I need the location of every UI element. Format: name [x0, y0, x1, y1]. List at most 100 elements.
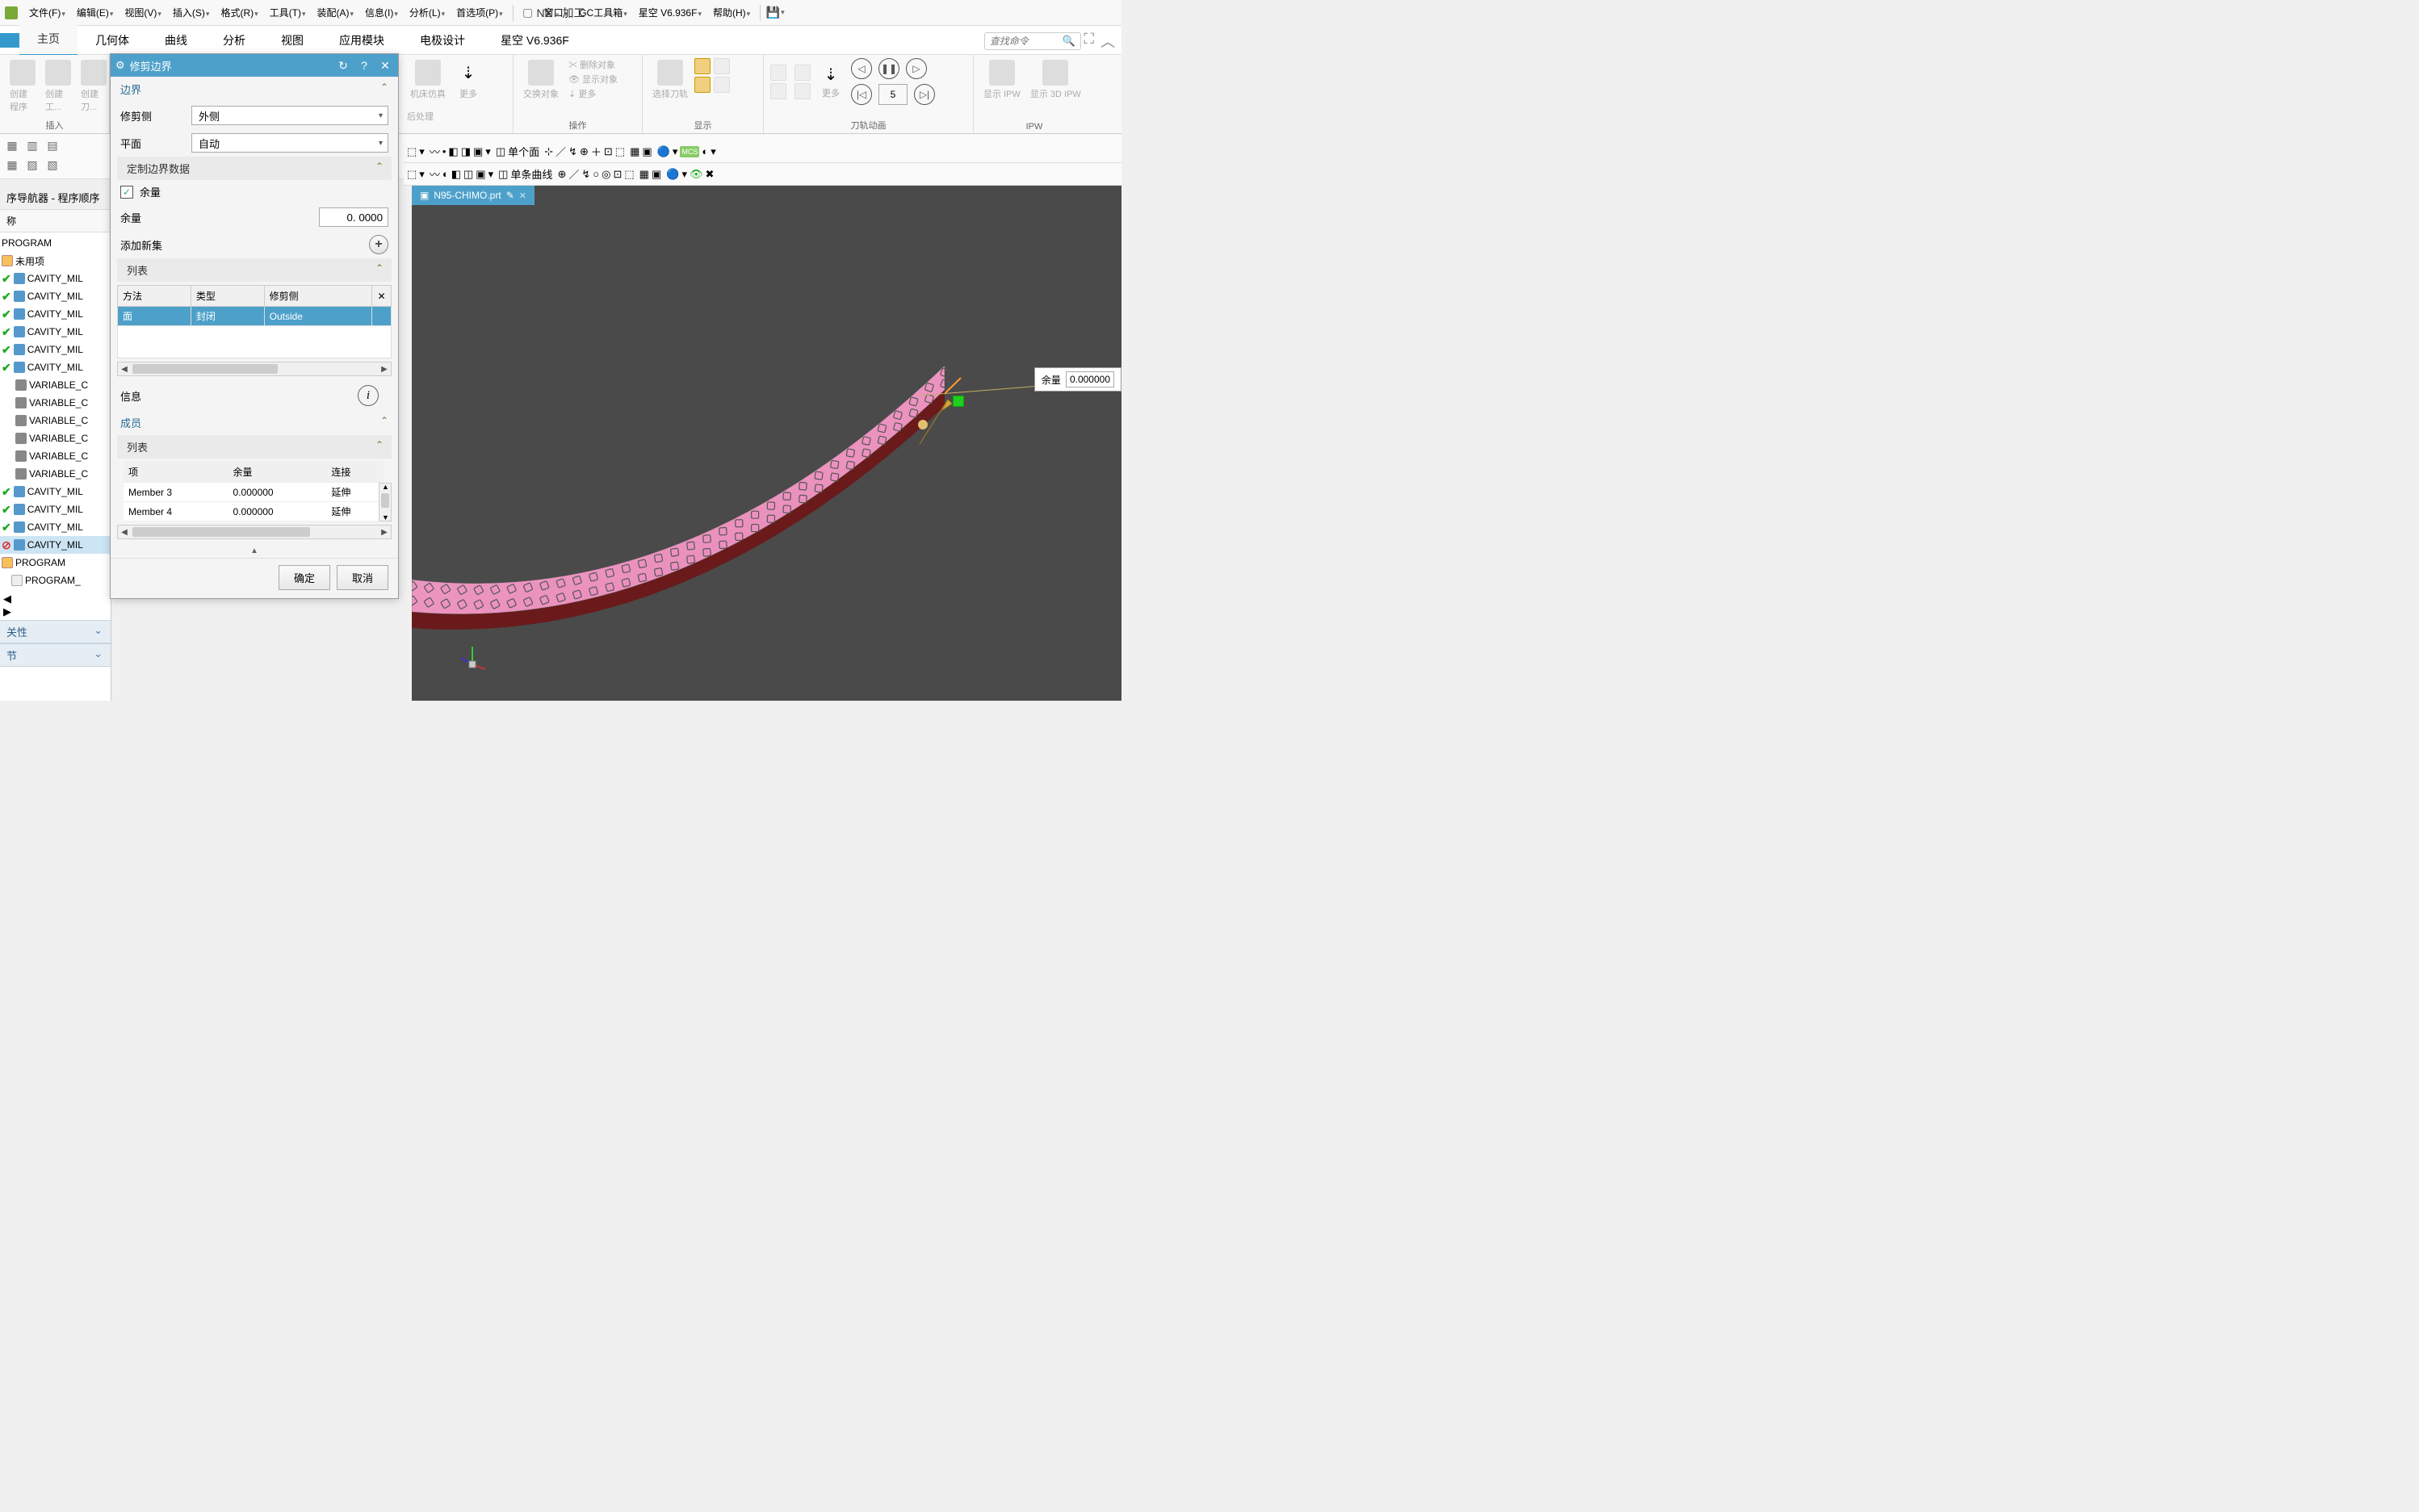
- th-allow[interactable]: 余量: [228, 462, 327, 483]
- view2-2-icon[interactable]: ▣: [652, 168, 661, 181]
- show-3dipw-button[interactable]: 显示 3D IPW: [1027, 58, 1084, 102]
- snap2-5-icon[interactable]: ◎: [602, 168, 610, 181]
- anim-opt2-icon[interactable]: [770, 83, 786, 99]
- tree-root[interactable]: PROGRAM: [0, 234, 111, 252]
- th-side[interactable]: 修剪侧: [264, 286, 371, 307]
- section-boundary[interactable]: 边界⌃: [111, 77, 398, 102]
- face-icon[interactable]: ◧: [448, 145, 458, 158]
- op-item[interactable]: VARIABLE_C: [0, 394, 111, 412]
- sel2-8-icon[interactable]: ▾: [488, 168, 494, 181]
- ren2-1-icon[interactable]: 🔵: [666, 168, 679, 181]
- snap-pt3-icon[interactable]: ↯: [568, 145, 577, 158]
- section-list[interactable]: 列表⌃: [117, 258, 392, 282]
- op-item[interactable]: ✔CAVITY_MIL: [0, 287, 111, 305]
- op-item[interactable]: VARIABLE_C: [0, 376, 111, 394]
- filter4-icon[interactable]: ▦: [3, 157, 21, 173]
- sel2-3-icon[interactable]: 〰: [430, 166, 440, 182]
- display-opt3-icon[interactable]: [714, 58, 730, 74]
- program-folder[interactable]: PROGRAM: [0, 554, 111, 572]
- sel2-5-icon[interactable]: ◧: [451, 168, 461, 181]
- boundary-handle[interactable]: [953, 396, 964, 407]
- trim-side-combo[interactable]: 外侧: [191, 106, 388, 125]
- sel2-1-icon[interactable]: ⬚: [407, 168, 417, 181]
- sel2-cube-icon[interactable]: ◫: [498, 168, 508, 181]
- delete-row-button[interactable]: ✕: [372, 286, 392, 307]
- tab-analysis[interactable]: 分析: [205, 25, 263, 56]
- curve-icon[interactable]: 〰: [430, 144, 440, 159]
- th-method[interactable]: 方法: [118, 286, 191, 307]
- op-item[interactable]: ✔CAVITY_MIL: [0, 270, 111, 287]
- op-item[interactable]: ✔CAVITY_MIL: [0, 518, 111, 536]
- anim-opt3-icon[interactable]: [794, 65, 811, 81]
- wcs-triad-icon[interactable]: [456, 640, 488, 672]
- member-hscrollbar[interactable]: ◀▶: [117, 525, 392, 539]
- tab-view[interactable]: 视图: [263, 25, 321, 56]
- table-row[interactable]: Member 30.000000延伸: [124, 483, 384, 502]
- render2-icon[interactable]: ▾: [673, 145, 678, 158]
- op-item[interactable]: ✔CAVITY_MIL: [0, 483, 111, 501]
- table-row-selected[interactable]: 面 封闭 Outside: [118, 307, 392, 326]
- dependency-section[interactable]: 关性⌄: [0, 620, 111, 643]
- mcs-icon[interactable]: MCS: [680, 146, 699, 157]
- ren2-2-icon[interactable]: ▾: [681, 168, 687, 181]
- skip-start-icon[interactable]: |◁: [851, 84, 872, 105]
- float-label-value[interactable]: 0.000000: [1066, 371, 1114, 387]
- anim-opt4-icon[interactable]: [794, 83, 811, 99]
- viewport-tab[interactable]: ▣ N95-CHIMO.prt ✎ ✕: [412, 186, 535, 205]
- delete-obj-button[interactable]: ✂ 删除对象: [568, 58, 618, 71]
- exchange-obj-button[interactable]: 交换对象: [520, 58, 562, 102]
- ok-button[interactable]: 确定: [279, 565, 330, 590]
- menu-info[interactable]: 信息(I)▾: [360, 2, 403, 23]
- skip-end-icon[interactable]: ▷|: [914, 84, 935, 105]
- menu-help[interactable]: 帮助(H)▾: [708, 2, 755, 23]
- snap-pt4-icon[interactable]: ⊕: [580, 145, 589, 158]
- snap2-3-icon[interactable]: ↯: [581, 168, 590, 181]
- op-item[interactable]: ✔CAVITY_MIL: [0, 323, 111, 341]
- menu-insert[interactable]: 插入(S)▾: [168, 2, 215, 23]
- sel-filter-icon[interactable]: ▾: [419, 145, 425, 158]
- play-prev-icon[interactable]: ◁: [851, 58, 872, 79]
- render4-icon[interactable]: ▾: [711, 145, 716, 158]
- sel2-6-icon[interactable]: ◫: [463, 168, 473, 181]
- body-icon[interactable]: ▣: [473, 145, 483, 158]
- cancel-button[interactable]: 取消: [337, 565, 388, 590]
- show-ipw-button[interactable]: 显示 IPW: [980, 58, 1024, 102]
- menu-tools[interactable]: 工具(T)▾: [265, 2, 311, 23]
- render1-icon[interactable]: 🔵: [657, 145, 670, 158]
- snap-pt1-icon[interactable]: ⊹: [544, 145, 553, 158]
- more-op-button[interactable]: ⇣ 更多: [568, 87, 618, 100]
- op-item[interactable]: ✔CAVITY_MIL: [0, 501, 111, 518]
- play-next-icon[interactable]: ▷: [906, 58, 927, 79]
- snap2-4-icon[interactable]: ○: [593, 168, 599, 180]
- select-toolpath-button[interactable]: 选择刀轨: [649, 58, 691, 102]
- more-button[interactable]: ⇣更多: [452, 58, 484, 102]
- op-item[interactable]: ✔CAVITY_MIL: [0, 305, 111, 323]
- snap-pt6-icon[interactable]: ⊡: [604, 145, 613, 158]
- snap-pt5-icon[interactable]: ＋: [591, 144, 602, 159]
- member-vscrollbar[interactable]: ▲▼: [379, 483, 392, 521]
- speed-input[interactable]: 5: [878, 84, 908, 105]
- list-hscrollbar[interactable]: ◀▶: [117, 362, 392, 376]
- plane-combo[interactable]: 自动: [191, 133, 388, 153]
- command-search-input[interactable]: [990, 36, 1063, 47]
- collapse-ribbon-icon[interactable]: ︿: [1100, 31, 1115, 52]
- detail-section[interactable]: 节⌄: [0, 643, 111, 667]
- pause-icon[interactable]: ❚❚: [878, 58, 899, 79]
- op-item-selected[interactable]: ⊘CAVITY_MIL: [0, 536, 111, 554]
- tab-electrode[interactable]: 电极设计: [402, 25, 483, 56]
- search-icon[interactable]: 🔍: [1063, 35, 1075, 48]
- tab-xingkong[interactable]: 星空 V6.936F: [483, 25, 587, 56]
- snap2-6-icon[interactable]: ⊡: [613, 168, 622, 181]
- command-search[interactable]: 🔍: [984, 32, 1081, 50]
- sel2-7-icon[interactable]: ▣: [476, 168, 485, 181]
- create-program-button[interactable]: 创建程序: [6, 58, 39, 115]
- menu-xingkong[interactable]: 星空 V6.936F▾: [634, 2, 706, 23]
- tab-appmodule[interactable]: 应用模块: [321, 25, 402, 56]
- filter3-icon[interactable]: ▤: [44, 137, 61, 153]
- view2-1-icon[interactable]: ▦: [639, 168, 649, 181]
- op-item[interactable]: VARIABLE_C: [0, 429, 111, 447]
- tab-geometry[interactable]: 几何体: [78, 25, 147, 56]
- sel-layer-icon[interactable]: ⬚: [407, 145, 417, 158]
- unused-folder[interactable]: 未用项: [0, 252, 111, 270]
- menu-edit[interactable]: 编辑(E)▾: [72, 2, 119, 23]
